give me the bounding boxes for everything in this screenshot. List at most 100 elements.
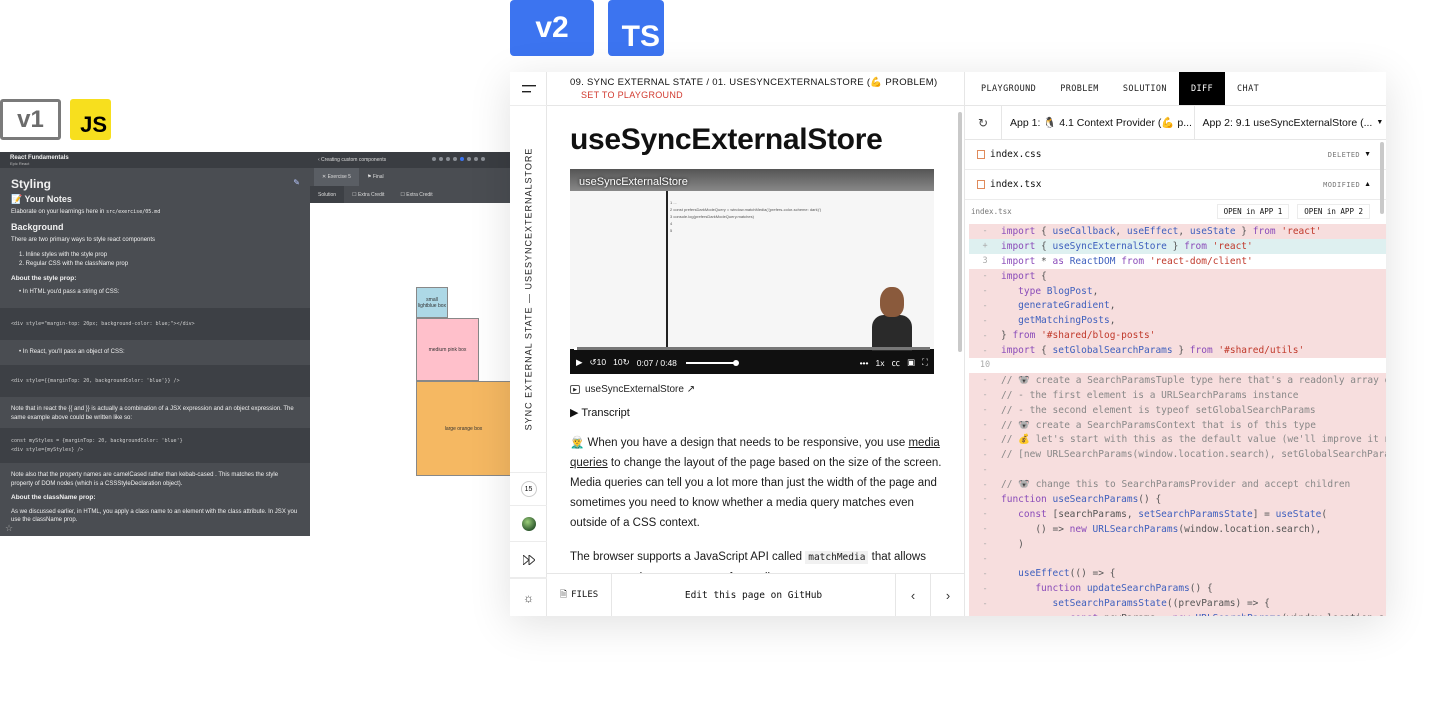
ts-badge: TS xyxy=(608,0,664,56)
edit-on-github-link[interactable]: Edit this page on GitHub xyxy=(612,574,895,616)
v1-tabs: ✕ Exercise 5 ⚑ Final xyxy=(310,168,510,186)
list-item: 1. Inline styles with the style prop xyxy=(19,251,108,258)
video-code-snippet: 1 ... 2 const prefersDarkModeQuery = wind… xyxy=(670,200,822,233)
tab-playground[interactable]: PLAYGROUND xyxy=(969,72,1048,105)
inline-code: matchMedia xyxy=(805,551,869,564)
step-dot[interactable] xyxy=(432,157,436,161)
step-dot[interactable] xyxy=(439,157,443,161)
video-link-text: useSyncExternalStore ↗ xyxy=(585,384,696,395)
diff-code-text: ) xyxy=(1001,538,1024,550)
fullscreen-icon[interactable]: ⛶ xyxy=(922,357,928,368)
tab-final[interactable]: ⚑ Final xyxy=(359,168,392,186)
refresh-button[interactable]: ↻ xyxy=(965,116,1001,130)
step-dot[interactable] xyxy=(467,157,471,161)
open-in-app1-button[interactable]: OPEN in APP 1 xyxy=(1216,203,1290,219)
v2-badge: v2 xyxy=(510,0,594,56)
diff-gutter: - xyxy=(982,434,988,445)
diff-gutter: - xyxy=(982,286,988,296)
lesson-count[interactable]: 15 xyxy=(510,472,547,506)
video-player[interactable]: 1 ... 2 const prefersDarkModeQuery = wind… xyxy=(570,169,934,374)
side-nav: SYNC EXTERNAL STATE — USESYNCEXTERNALSTO… xyxy=(510,72,547,616)
diff-gutter: - xyxy=(982,554,988,565)
step-dot[interactable] xyxy=(460,157,464,161)
pencil-icon[interactable]: ✎ xyxy=(293,178,300,187)
theme-toggle-button[interactable]: ☼ xyxy=(510,578,547,616)
open-in-app2-button[interactable]: OPEN in APP 2 xyxy=(1297,203,1370,219)
captions-icon[interactable]: ㏄ xyxy=(892,357,901,369)
diff-line: - import { xyxy=(969,268,1386,284)
play-icon[interactable]: ▶ xyxy=(576,357,583,368)
step-dot[interactable] xyxy=(446,157,450,161)
diff-gutter: 3 xyxy=(982,256,988,267)
list-item: • In React, you'll pass an object of CSS… xyxy=(19,349,125,355)
js-badge: JS xyxy=(70,99,111,140)
app2-select[interactable]: App 2: 9.1 useSyncExternalStore (... ▼ xyxy=(1193,106,1387,139)
star-icon[interactable]: ☆ xyxy=(5,523,13,534)
diff-line: - // 🐨 create a SearchParamsTuple type he… xyxy=(969,372,1386,388)
diff-file-row[interactable]: index.tsx MODIFIED ▲ xyxy=(965,170,1386,200)
diff-code-text: } from '#shared/blog-posts' xyxy=(1001,330,1156,342)
breadcrumb-text[interactable]: 09. SYNC EXTERNAL STATE / 01. USESYNCEXT… xyxy=(570,77,964,88)
step-dot[interactable] xyxy=(481,157,485,161)
skip-forward-button[interactable] xyxy=(510,542,547,578)
v1-step-nav: ‹ Creating custom components xyxy=(310,152,510,168)
previous-button[interactable]: ‹ xyxy=(895,574,930,616)
diff-file-row[interactable]: index.css DELETED ▼ xyxy=(965,140,1386,170)
transcript-toggle[interactable]: ▶ Transcript xyxy=(570,406,942,419)
v1-instructions-panel: React Fundamentals Epic React ✎ Styling … xyxy=(0,152,310,536)
playback-speed[interactable]: 1x xyxy=(876,358,885,368)
diff-code-text: import { xyxy=(1001,270,1047,282)
diff-line: - // 🐨 create a SearchParamsContext that … xyxy=(969,417,1386,433)
video-time: 0:07 / 0:48 xyxy=(636,357,677,368)
diff-line: - xyxy=(969,462,1386,478)
video-link[interactable]: ▶ useSyncExternalStore ↗ xyxy=(570,384,942,395)
app2-value: App 2: 9.1 useSyncExternalStore (... xyxy=(1202,116,1373,129)
scrollbar[interactable] xyxy=(1380,142,1384,214)
diff-gutter: - xyxy=(982,583,988,594)
files-button[interactable]: 🗎 FILES xyxy=(547,574,612,616)
v1-workshop-header[interactable]: React Fundamentals Epic React xyxy=(0,152,310,168)
tab-chat[interactable]: CHAT xyxy=(1225,72,1271,105)
tab-solution[interactable]: Solution xyxy=(310,186,345,203)
tab-exercise[interactable]: ✕ Exercise 5 xyxy=(314,168,359,186)
step-dot[interactable] xyxy=(453,157,457,161)
fast-forward-icon xyxy=(522,554,535,565)
volume-slider[interactable] xyxy=(685,359,739,366)
diff-gutter: - xyxy=(982,479,988,490)
v1-notes-text: Elaborate on your learnings here in src/… xyxy=(11,209,161,215)
more-icon[interactable]: ••• xyxy=(860,358,869,368)
pip-icon[interactable]: ▣ xyxy=(907,357,915,368)
tab-extra-credit[interactable]: ☐ Extra Credit xyxy=(344,186,392,203)
refresh-icon: ↻ xyxy=(977,115,989,130)
v1-background-heading: Background xyxy=(11,221,64,232)
next-button[interactable]: › xyxy=(930,574,965,616)
avatar-button[interactable] xyxy=(510,506,547,542)
menu-button[interactable] xyxy=(510,72,547,106)
diff-code-text: import { useCallback, useEffect, useStat… xyxy=(1001,225,1322,237)
diff-line: -} from '#shared/blog-posts' xyxy=(969,328,1386,344)
diff-code-text: function useSearchParams() { xyxy=(1001,493,1162,505)
file-icon: 🗎 xyxy=(559,590,568,600)
app1-select[interactable]: App 1: 🐧 4.1 Context Provider (💪 p...▼ xyxy=(1001,106,1194,139)
v1-notes-heading: 📝 Your Notes xyxy=(11,193,72,204)
video-progress-bar[interactable] xyxy=(574,347,930,350)
v1-code-block: const myStyles = {marginTop: 20, backgro… xyxy=(0,428,310,463)
v1-app-screenshot: React Fundamentals Epic React ✎ Styling … xyxy=(0,152,510,536)
diff-code-text: getMatchingPosts, xyxy=(1018,315,1116,327)
diff-header: index.tsx OPEN in APP 1 OPEN in APP 2 xyxy=(965,200,1386,222)
diff-code-text: // - the first element is a URLSearchPar… xyxy=(1001,389,1299,401)
chevron-down-icon: ▼ xyxy=(1364,151,1371,158)
step-dot[interactable] xyxy=(474,157,478,161)
v1-step-title[interactable]: ‹ Creating custom components xyxy=(318,157,386,163)
forward-button[interactable]: 10↻ xyxy=(613,357,630,368)
tab-extra-credit[interactable]: ☐ Extra Credit xyxy=(392,186,440,203)
tab-diff[interactable]: DIFF xyxy=(1178,72,1226,105)
tab-solution[interactable]: SOLUTION xyxy=(1111,72,1179,105)
breadcrumb: 09. SYNC EXTERNAL STATE / 01. USESYNCEXT… xyxy=(547,72,964,106)
lesson-article: useSyncExternalStore 1 ... 2 const prefer… xyxy=(547,106,965,573)
rewind-button[interactable]: ↺10 xyxy=(590,357,607,368)
count-badge: 15 xyxy=(520,481,537,497)
set-playground-link[interactable]: SET TO PLAYGROUND xyxy=(581,90,964,100)
tab-problem[interactable]: PROBLEM xyxy=(1048,72,1111,105)
scrollbar[interactable] xyxy=(956,106,964,573)
